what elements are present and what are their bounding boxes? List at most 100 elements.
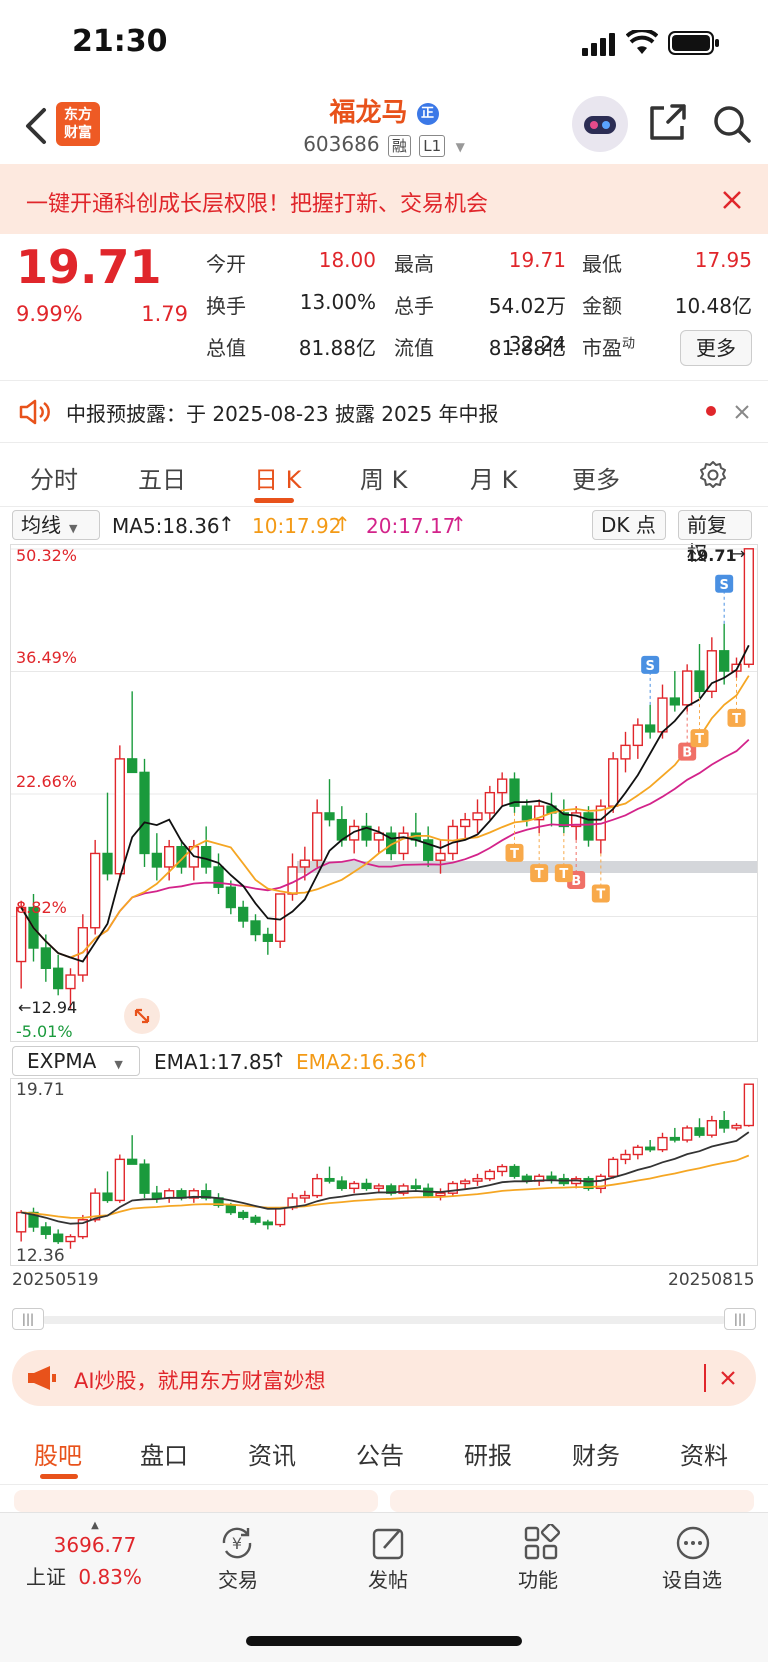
close-announcement-icon[interactable] (734, 404, 750, 420)
bottom-action-2[interactable]: 功能 (478, 1564, 598, 1593)
bottom-action-0[interactable]: 交易 (178, 1564, 298, 1593)
scroll-handle-right[interactable]: ||| (724, 1308, 756, 1330)
quote-label: 流值 (394, 336, 434, 360)
kline-candle (225, 886, 236, 909)
scroll-handle-left[interactable]: ||| (12, 1308, 44, 1330)
quote-label: 总值 (206, 336, 246, 360)
t-marker-label: T (596, 887, 605, 902)
dropdown-caret-icon: ▼ (69, 522, 78, 535)
info-tab-6[interactable]: 资料 (680, 1436, 728, 1471)
low-price-label: ←12.94 (18, 998, 78, 1017)
expma-bottom-label: 12.36 (16, 1246, 65, 1266)
kline-candle (460, 818, 471, 828)
more-button[interactable]: 更多 (680, 330, 752, 366)
kline-candle (706, 650, 717, 693)
kline-candle (114, 758, 125, 875)
info-tab-4[interactable]: 研报 (464, 1436, 512, 1471)
name-badge: 正 (416, 103, 439, 125)
robot-assistant-icon[interactable] (572, 96, 628, 152)
ma5-legend: MA5:18.36 (112, 514, 220, 538)
tab-3[interactable]: 周 K (360, 460, 407, 495)
expma-candle (472, 1177, 483, 1182)
ma-selector[interactable]: 均线 ▼ (12, 510, 100, 540)
pct-axis-label: 8.82% (16, 898, 67, 917)
kline-chart[interactable]: BBSSTT TTTT (10, 544, 758, 1042)
expma-candle (114, 1158, 125, 1202)
expma-candle (706, 1119, 717, 1136)
expma-candle (40, 1226, 51, 1235)
kline-candle (645, 724, 656, 733)
expma-candle (546, 1175, 557, 1180)
kline-candle (139, 771, 150, 855)
dk-point-button[interactable]: DK 点 (592, 510, 666, 540)
ma5-arrow: ↑ (218, 512, 235, 536)
expma-candle (719, 1119, 730, 1129)
kline-candle (201, 845, 212, 868)
search-icon[interactable] (712, 104, 752, 144)
close-icon[interactable] (722, 190, 742, 210)
bottom-action-3[interactable]: 设自选 (632, 1564, 752, 1593)
range-scrollbar[interactable]: ||| ||| (12, 1308, 756, 1330)
tab-5[interactable]: 更多 (572, 460, 620, 495)
expma-candle (16, 1211, 27, 1233)
signal-icon (582, 33, 615, 56)
index-quote[interactable]: ▲ 3696.77 上证 0.83% (20, 1520, 170, 1590)
sell-marker-label: S (719, 578, 728, 593)
promo-banner-text: 一键开通科创成长层权限！把握打新、交易机会 (26, 192, 489, 217)
kline-candle (250, 920, 261, 936)
kline-candle (324, 812, 335, 821)
start-date: 20250519 (12, 1270, 99, 1290)
kline-candle (719, 650, 730, 672)
info-tab-2[interactable]: 资讯 (248, 1436, 296, 1471)
t-marker-label: T (559, 867, 568, 882)
sub-indicator-selector[interactable]: EXPMA ▼ (12, 1046, 140, 1076)
expma-candle (743, 1083, 754, 1127)
expma-candle (151, 1192, 162, 1199)
t-marker-label: T (510, 847, 519, 862)
index-change: 0.83% (78, 1565, 142, 1589)
ma10-legend: 10:17.92 (252, 514, 342, 538)
expma-candle (410, 1185, 421, 1190)
tab-0[interactable]: 分时 (30, 460, 78, 495)
quote-label: 今开 (206, 252, 246, 276)
ema1-arrow: ↑ (270, 1048, 287, 1072)
ma10-line (20, 675, 750, 959)
announcement-text[interactable]: 中报预披露：于 2025-08-23 披露 2025 年中报 (66, 398, 499, 427)
battery-icon (668, 31, 719, 55)
active-info-tab-indicator (40, 1474, 78, 1479)
quote-value: 18.00 (318, 248, 376, 272)
kline-candle (583, 812, 594, 841)
quote-label: 换手 (206, 294, 246, 318)
kline-candle (164, 845, 175, 868)
dropdown-caret-icon: ▼ (114, 1058, 123, 1071)
tab-4[interactable]: 月 K (470, 460, 517, 495)
expand-icon[interactable] (124, 998, 160, 1034)
quote-label: 总手 (394, 294, 434, 318)
quote-value: 17.95 (694, 248, 752, 272)
status-time: 21:30 (72, 24, 168, 59)
tab-1[interactable]: 五日 (138, 460, 186, 495)
ema2-arrow: ↑ (414, 1048, 431, 1072)
kline-candle (238, 906, 249, 922)
bottom-action-1[interactable]: 发帖 (328, 1564, 448, 1593)
expma-candle (509, 1165, 520, 1177)
info-tab-3[interactable]: 公告 (356, 1436, 404, 1471)
kline-candle (151, 852, 162, 868)
divider (0, 506, 768, 507)
settings-gear-icon[interactable] (698, 460, 728, 490)
expma-candle (65, 1235, 76, 1243)
info-tab-5[interactable]: 财务 (572, 1436, 620, 1471)
wifi-icon (626, 30, 658, 54)
adjust-button[interactable]: 前复权 (678, 510, 752, 565)
ema1-legend: EMA1:17.85 (154, 1050, 275, 1074)
tab-2[interactable]: 日 K (254, 460, 301, 495)
share-icon[interactable] (648, 104, 688, 142)
info-tab-0[interactable]: 股吧 (34, 1436, 82, 1471)
kline-candle (521, 805, 532, 821)
info-tab-1[interactable]: 盘口 (140, 1436, 188, 1471)
expma-candle (336, 1180, 347, 1190)
expma-chart[interactable] (10, 1078, 758, 1266)
margin-tag: 融 (387, 135, 411, 157)
quote-value: 32.24 (508, 332, 566, 356)
close-ai-banner-icon[interactable] (720, 1370, 736, 1386)
